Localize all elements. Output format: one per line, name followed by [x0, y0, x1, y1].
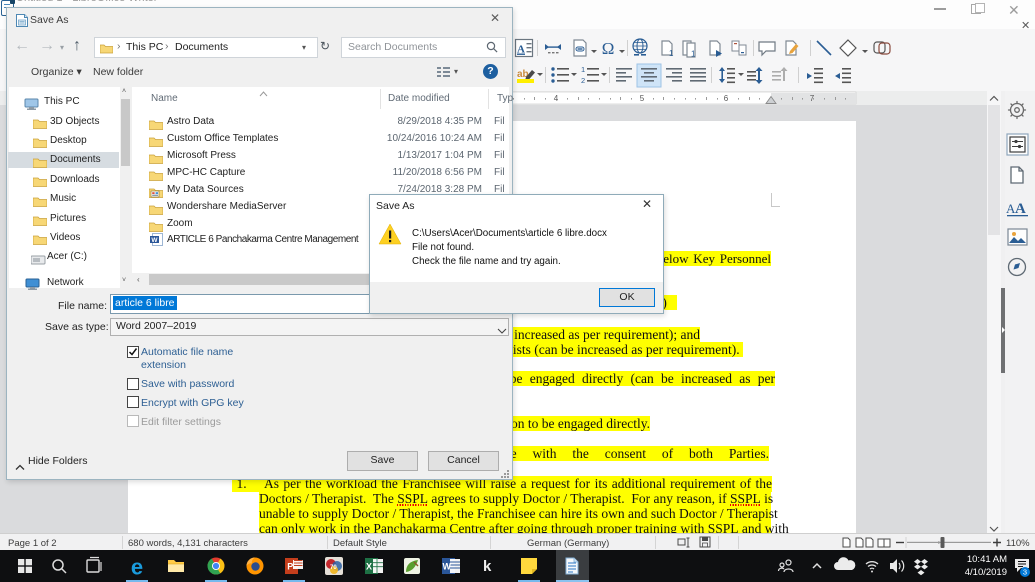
- svg-text:X: X: [366, 562, 372, 572]
- svg-text:W: W: [443, 562, 452, 572]
- svg-text:e: e: [131, 555, 143, 580]
- svg-text:P: P: [287, 562, 293, 572]
- svg-text:k: k: [483, 558, 492, 575]
- svg-text:3: 3: [1023, 568, 1027, 577]
- svg-text:70: 70: [330, 565, 337, 571]
- svg-text:W: W: [151, 237, 158, 244]
- svg-text:A: A: [1015, 201, 1026, 217]
